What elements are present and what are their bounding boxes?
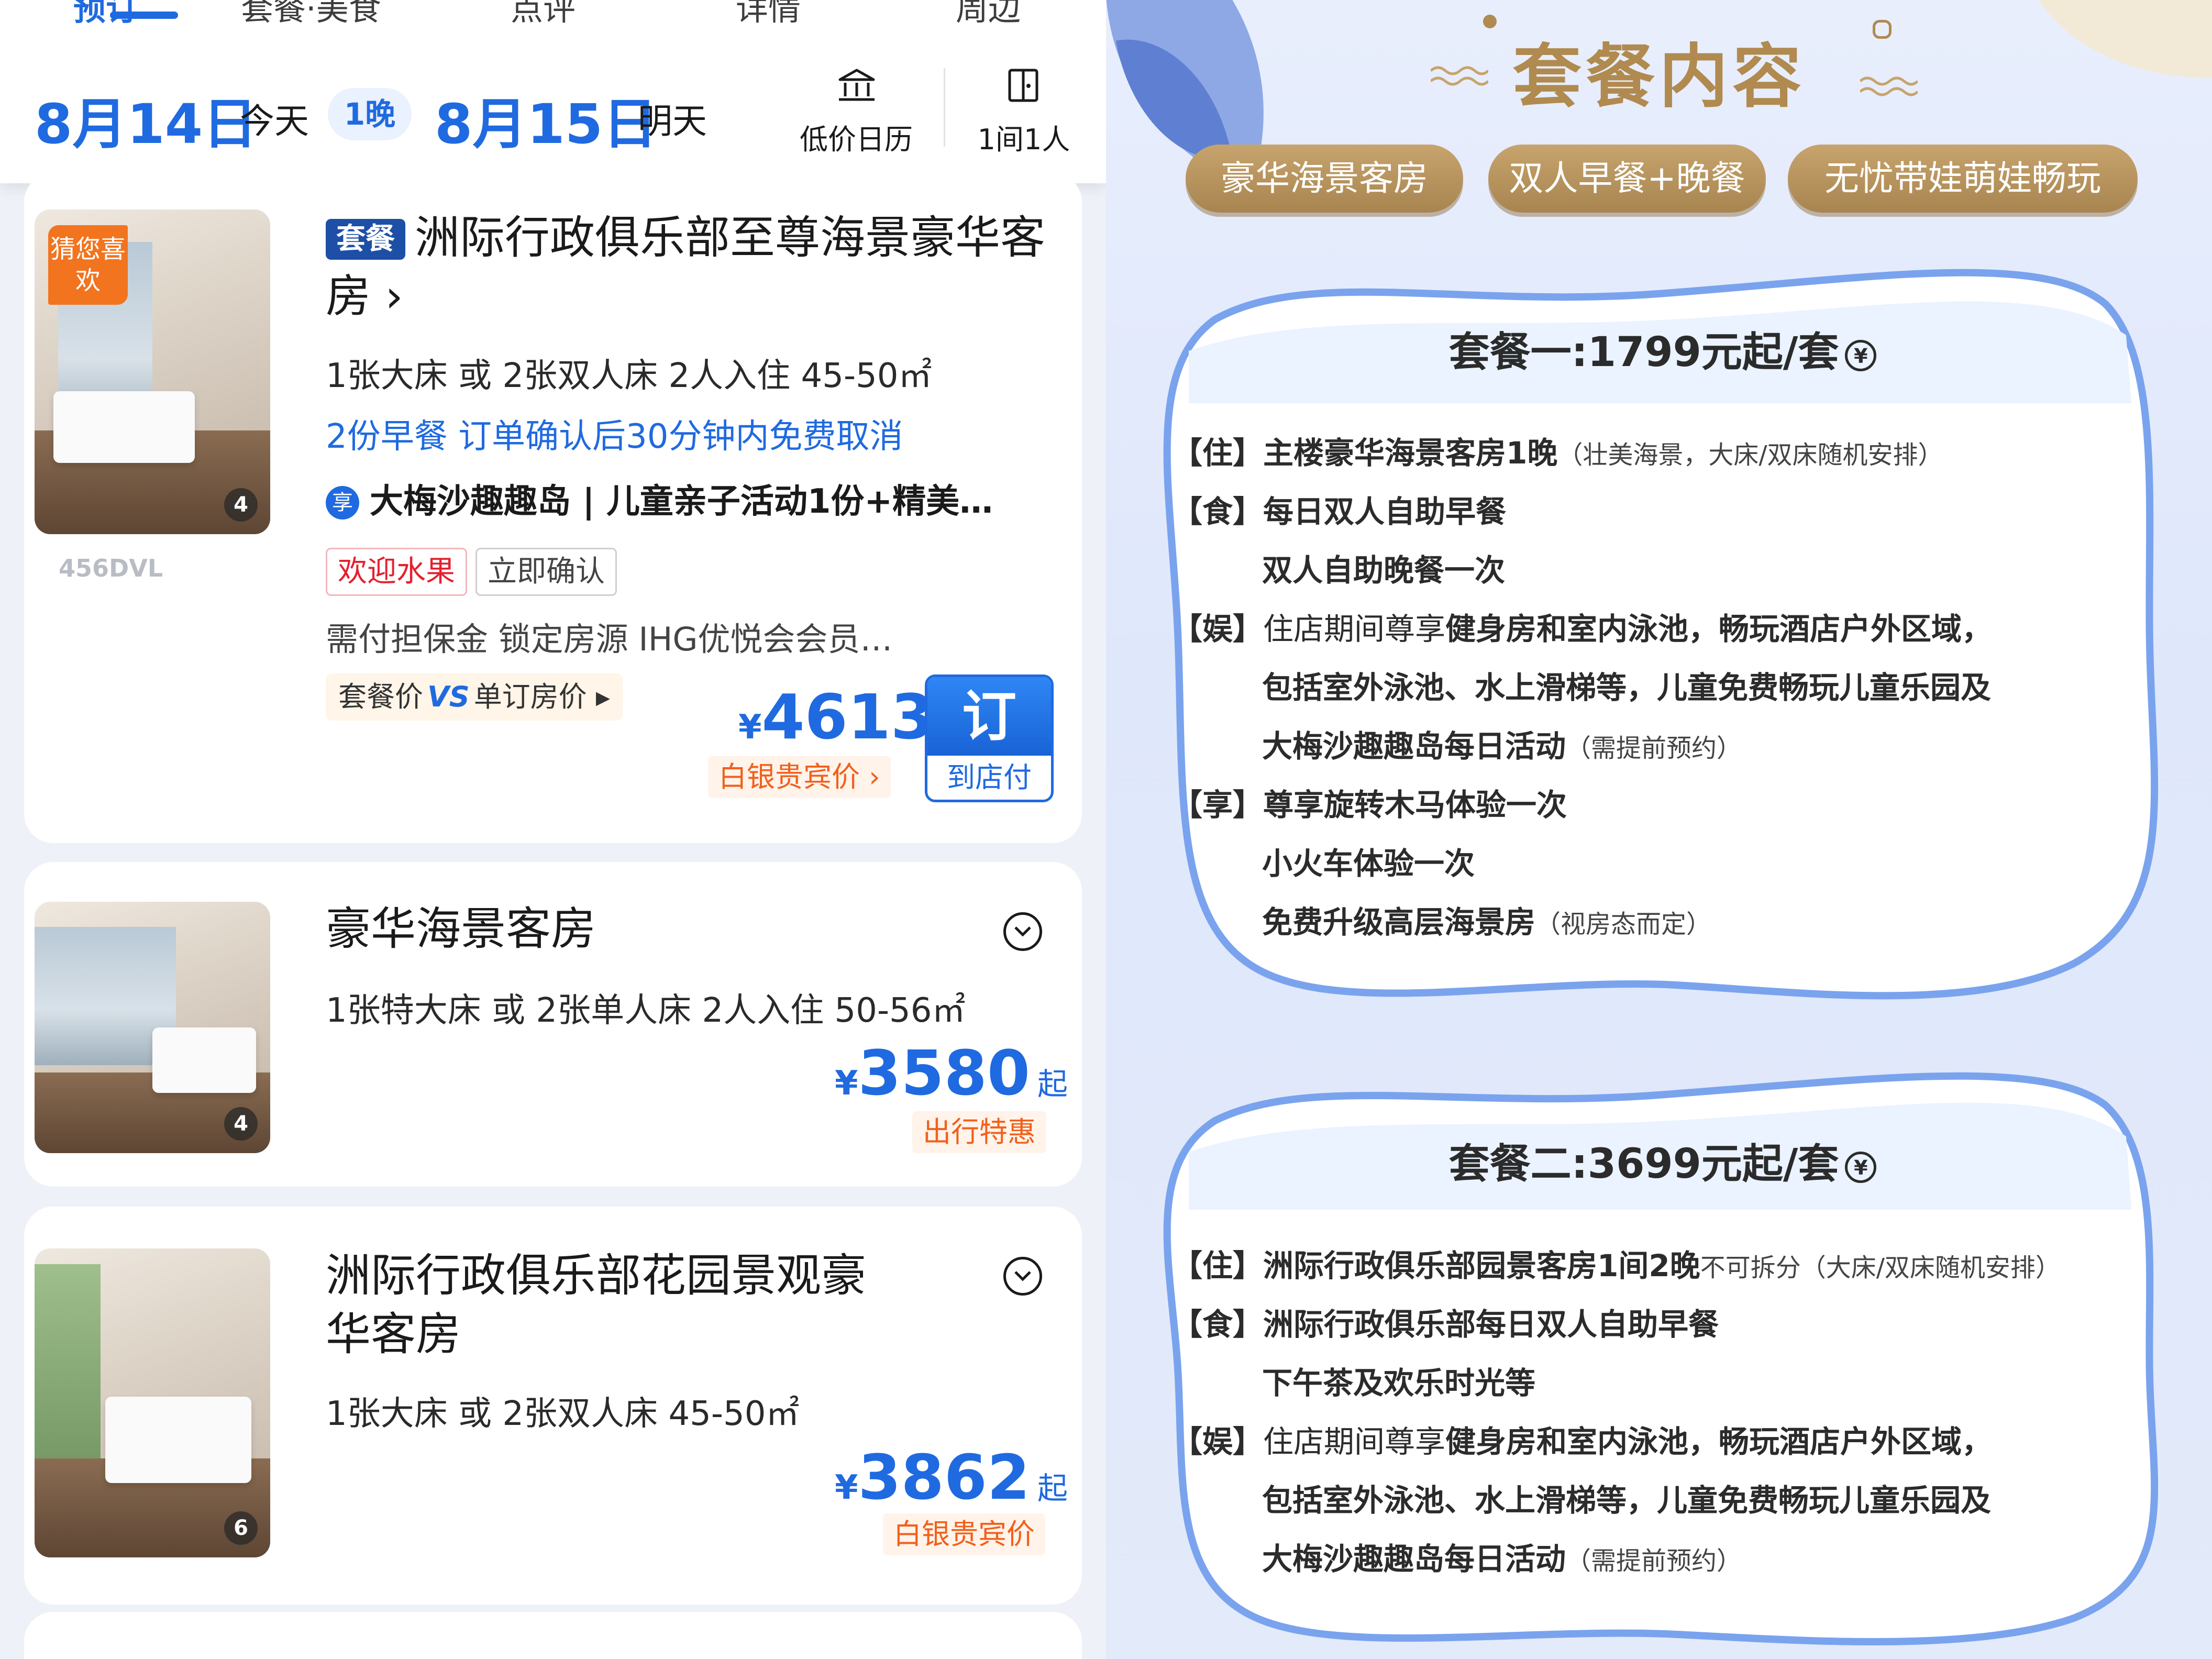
plan-line: 包括室外泳池、水上滑梯等，儿童免费畅玩儿童乐园及 — [1262, 1483, 1992, 1518]
travel-deal-label: 出行特惠 — [912, 1111, 1046, 1153]
package-details-poster: 套餐内容 豪华海景客房 双人早餐+晚餐 无忧带娃萌娃畅玩 套餐一:1799元起/… — [1106, 0, 2212, 1659]
plan-line: 【食】洲际行政俱乐部每日双人自助早餐 — [1172, 1307, 1719, 1342]
plan-line: 双人自助晚餐一次 — [1262, 552, 1506, 588]
calendar-bank-icon[interactable] — [836, 67, 878, 104]
checkout-day-label: 明天 — [638, 101, 707, 141]
checkin-date[interactable]: 8月14日 — [35, 80, 257, 159]
room-price: ¥3580 起 — [835, 1037, 1068, 1109]
package-badge: 套餐 — [326, 219, 405, 260]
triangle-right-icon: ▸ — [587, 680, 610, 713]
expand-chevron-icon[interactable] — [1003, 912, 1042, 951]
header-divider — [944, 68, 945, 147]
price-compare-button[interactable]: 套餐价 VS 单订房价 ▸ — [326, 673, 623, 721]
room-spec: 1张特大床 或 2张单人床 2人入住 50-56㎡ — [326, 991, 966, 1030]
rooms-guests-label[interactable]: 1间1人 — [969, 116, 1079, 158]
package-perk: 享大梅沙趣趣岛 | 儿童亲子活动1份+精美… — [326, 474, 993, 523]
plan-line: 小火车体验一次 — [1262, 846, 1475, 881]
image-watermark: 456DVL — [59, 554, 163, 582]
member-price-label: 白银贵宾价 — [883, 1513, 1045, 1555]
plan-line: 【住】主楼豪华海景客房1晚（壮美海景，大床/双床随机安排） — [1172, 435, 1943, 471]
room-door-icon[interactable] — [1002, 67, 1044, 104]
yuan-icon: ¥ — [1845, 1152, 1877, 1183]
photo-count-badge: 4 — [224, 488, 258, 522]
room-spec: 1张大床 或 2张双人床 2人入住 45-50㎡ — [326, 357, 932, 395]
room-spec: 1张大床 或 2张双人床 45-50㎡ — [326, 1395, 800, 1433]
recommend-badge: 猜您喜欢 — [48, 225, 128, 305]
photo-count-badge: 4 — [224, 1107, 258, 1141]
room-price: ¥3862 起 — [835, 1441, 1068, 1513]
room-photo[interactable]: 6 — [35, 1248, 270, 1557]
yuan-icon: ¥ — [1845, 340, 1877, 371]
package-section-title: 套餐内容 — [1512, 37, 1806, 117]
plan-title: 套餐一:1799元起/套 ¥ — [1152, 319, 2173, 378]
room-card-partial[interactable] — [24, 1612, 1082, 1659]
plan-line: 【娱】住店期间尊享健身房和室内泳池，畅玩酒店户外区域， — [1172, 1424, 1993, 1459]
plan-line: 【享】尊享旋转木马体验一次 — [1172, 787, 1567, 823]
room-title[interactable]: 套餐 洲际行政俱乐部至尊海景豪华客房 › — [326, 208, 1059, 326]
plan-line: 下午茶及欢乐时光等 — [1262, 1365, 1536, 1401]
booking-note: 需付担保金 锁定房源 IHG优悦会会员… — [326, 620, 893, 658]
room-title[interactable]: 洲际行政俱乐部花园景观豪 华客房 — [326, 1246, 866, 1364]
booking-header: 预订 套餐·美食 点评 详情 周边 8月14日 今天 1晚 8月15日 明天 低… — [0, 0, 1106, 183]
photo-count-badge: 6 — [224, 1511, 258, 1545]
hotel-room-list-panel: 预订 套餐·美食 点评 详情 周边 8月14日 今天 1晚 8月15日 明天 低… — [0, 0, 1106, 1659]
room-benefits: 2份早餐 订单确认后30分钟内免费取消 — [326, 417, 903, 456]
perk-icon: 享 — [326, 486, 359, 519]
room-title-text: 洲际行政俱乐部至尊海景豪华客房 — [326, 212, 1045, 323]
plan-line: 大梅沙趣趣岛每日活动（需提前预约） — [1262, 1541, 1742, 1577]
plan-title: 套餐二:3699元起/套 ¥ — [1152, 1131, 2173, 1190]
highlight-pill: 无忧带娃萌娃畅玩 — [1788, 145, 2138, 213]
tag-instant-confirm: 立即确认 — [475, 548, 617, 596]
plan-line: 【食】每日双人自助早餐 — [1172, 494, 1507, 529]
room-price: ¥4613 — [738, 681, 934, 753]
tab-details[interactable]: 详情 — [736, 0, 801, 29]
checkin-day-label: 今天 — [240, 101, 309, 141]
chevron-right-icon: › — [371, 270, 403, 323]
room-photo[interactable]: 4 — [35, 902, 270, 1153]
active-tab-indicator — [110, 12, 178, 19]
tag-welcome-fruit: 欢迎水果 — [326, 548, 467, 596]
tab-nearby[interactable]: 周边 — [956, 0, 1021, 29]
plan-line: 大梅沙趣趣岛每日活动（需提前预约） — [1262, 728, 1742, 764]
highlight-pill: 双人早餐+晚餐 — [1488, 145, 1766, 213]
chevron-right-icon: › — [860, 760, 880, 793]
checkout-date[interactable]: 8月15日 — [435, 80, 657, 159]
plan-line: 免费升级高层海景房（视房态而定） — [1262, 904, 1712, 940]
highlight-pill: 豪华海景客房 — [1186, 145, 1463, 213]
book-button[interactable]: 订 到店付 — [925, 674, 1054, 802]
tab-reviews[interactable]: 点评 — [511, 0, 576, 29]
expand-chevron-icon[interactable] — [1003, 1257, 1042, 1296]
plan-line: 包括室外泳池、水上滑梯等，儿童免费畅玩儿童乐园及 — [1262, 670, 1992, 705]
plan-line: 【住】洲际行政俱乐部园景客房1间2晚不可拆分（大床/双床随机安排） — [1172, 1248, 2061, 1284]
member-price-label[interactable]: 白银贵宾价 › — [708, 756, 891, 798]
tab-packages-dining[interactable]: 套餐·美食 — [241, 0, 381, 29]
plan-line: 【娱】住店期间尊享健身房和室内泳池，畅玩酒店户外区域， — [1172, 611, 1993, 647]
nights-badge: 1晚 — [328, 88, 412, 140]
room-title[interactable]: 豪华海景客房 — [326, 900, 596, 958]
low-price-calendar-label[interactable]: 低价日历 — [796, 116, 916, 158]
